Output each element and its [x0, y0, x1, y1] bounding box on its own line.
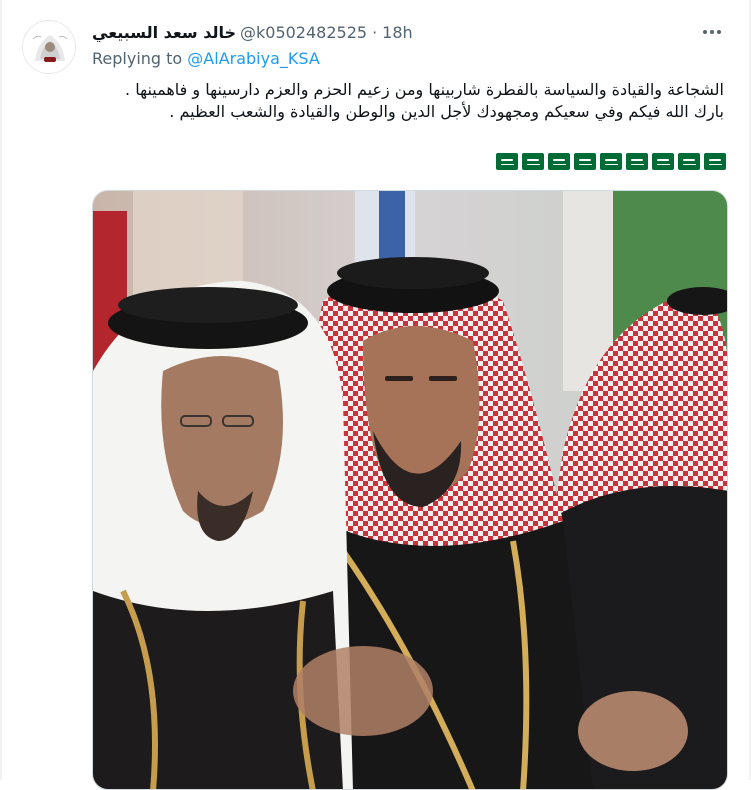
flag-saudi-arabia-icon: [626, 153, 648, 170]
flag-saudi-arabia-icon: [678, 153, 700, 170]
author-name[interactable]: خالد سعد السبيعي: [92, 23, 236, 42]
more-dot-icon: [703, 30, 707, 34]
photo-illustration: [93, 191, 727, 789]
author-handle[interactable]: @k0502482525: [240, 23, 367, 42]
flag-saudi-arabia-icon: [704, 153, 726, 170]
flag-saudi-arabia-icon: [496, 153, 518, 170]
flag-saudi-arabia-icon: [574, 153, 596, 170]
replying-to-handle-link[interactable]: @AlArabiya_KSA: [187, 49, 319, 68]
avatar[interactable]: [22, 20, 76, 74]
tweet-header: خالد سعد السبيعي @k0502482525 · 18h: [92, 20, 413, 44]
more-dot-icon: [710, 30, 714, 34]
tweet-text-line: بارك الله فيكم وفي سعيكم ومجهودك لأجل ال…: [169, 102, 724, 121]
flag-saudi-arabia-icon: [522, 153, 544, 170]
flag-saudi-arabia-icon: [600, 153, 622, 170]
more-options-button[interactable]: [697, 17, 727, 47]
separator-dot: ·: [372, 22, 378, 42]
more-dot-icon: [717, 30, 721, 34]
flag-saudi-arabia-icon: [652, 153, 674, 170]
replying-prefix: Replying to: [92, 49, 183, 68]
avatar-logo-icon: [23, 21, 75, 73]
tweet-photo[interactable]: [92, 190, 728, 790]
flag-saudi-arabia-icon: [548, 153, 570, 170]
tweet-text-line: الشجاعة والقيادة والسياسة بالفطرة شاربين…: [125, 80, 724, 99]
timeline-left-border: [0, 0, 2, 780]
tweet-timestamp[interactable]: 18h: [382, 23, 413, 42]
tweet-text: الشجاعة والقيادة والسياسة بالفطرة شاربين…: [92, 79, 724, 123]
replying-to: Replying to @AlArabiya_KSA: [92, 49, 320, 68]
flag-emoji-row: [496, 153, 726, 172]
